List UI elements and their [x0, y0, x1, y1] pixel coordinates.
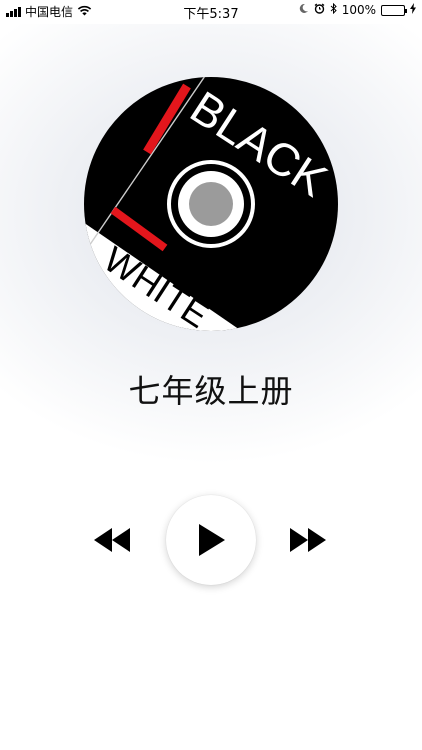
alarm-icon	[314, 3, 325, 17]
fast-forward-button[interactable]	[288, 522, 328, 558]
status-right: 100%	[299, 2, 416, 17]
battery-icon	[381, 4, 407, 16]
play-icon	[199, 524, 225, 556]
album-cover: BLACK WHITE	[83, 76, 339, 332]
playback-controls	[0, 494, 422, 586]
moon-icon	[299, 3, 309, 17]
player-screen: 中国电信 下午5:37 100% BLACK WHITE 七年级上册	[0, 0, 422, 750]
bluetooth-icon	[330, 2, 337, 17]
charging-icon	[410, 3, 416, 17]
track-title: 七年级上册	[128, 372, 294, 410]
battery-percent: 100%	[341, 3, 376, 17]
rewind-button[interactable]	[92, 522, 132, 558]
rewind-icon	[94, 528, 130, 552]
status-bar: 中国电信 下午5:37 100%	[0, 0, 422, 22]
player-card: BLACK WHITE 七年级上册	[0, 24, 422, 750]
play-button[interactable]	[166, 495, 256, 585]
fast-forward-icon	[290, 528, 326, 552]
